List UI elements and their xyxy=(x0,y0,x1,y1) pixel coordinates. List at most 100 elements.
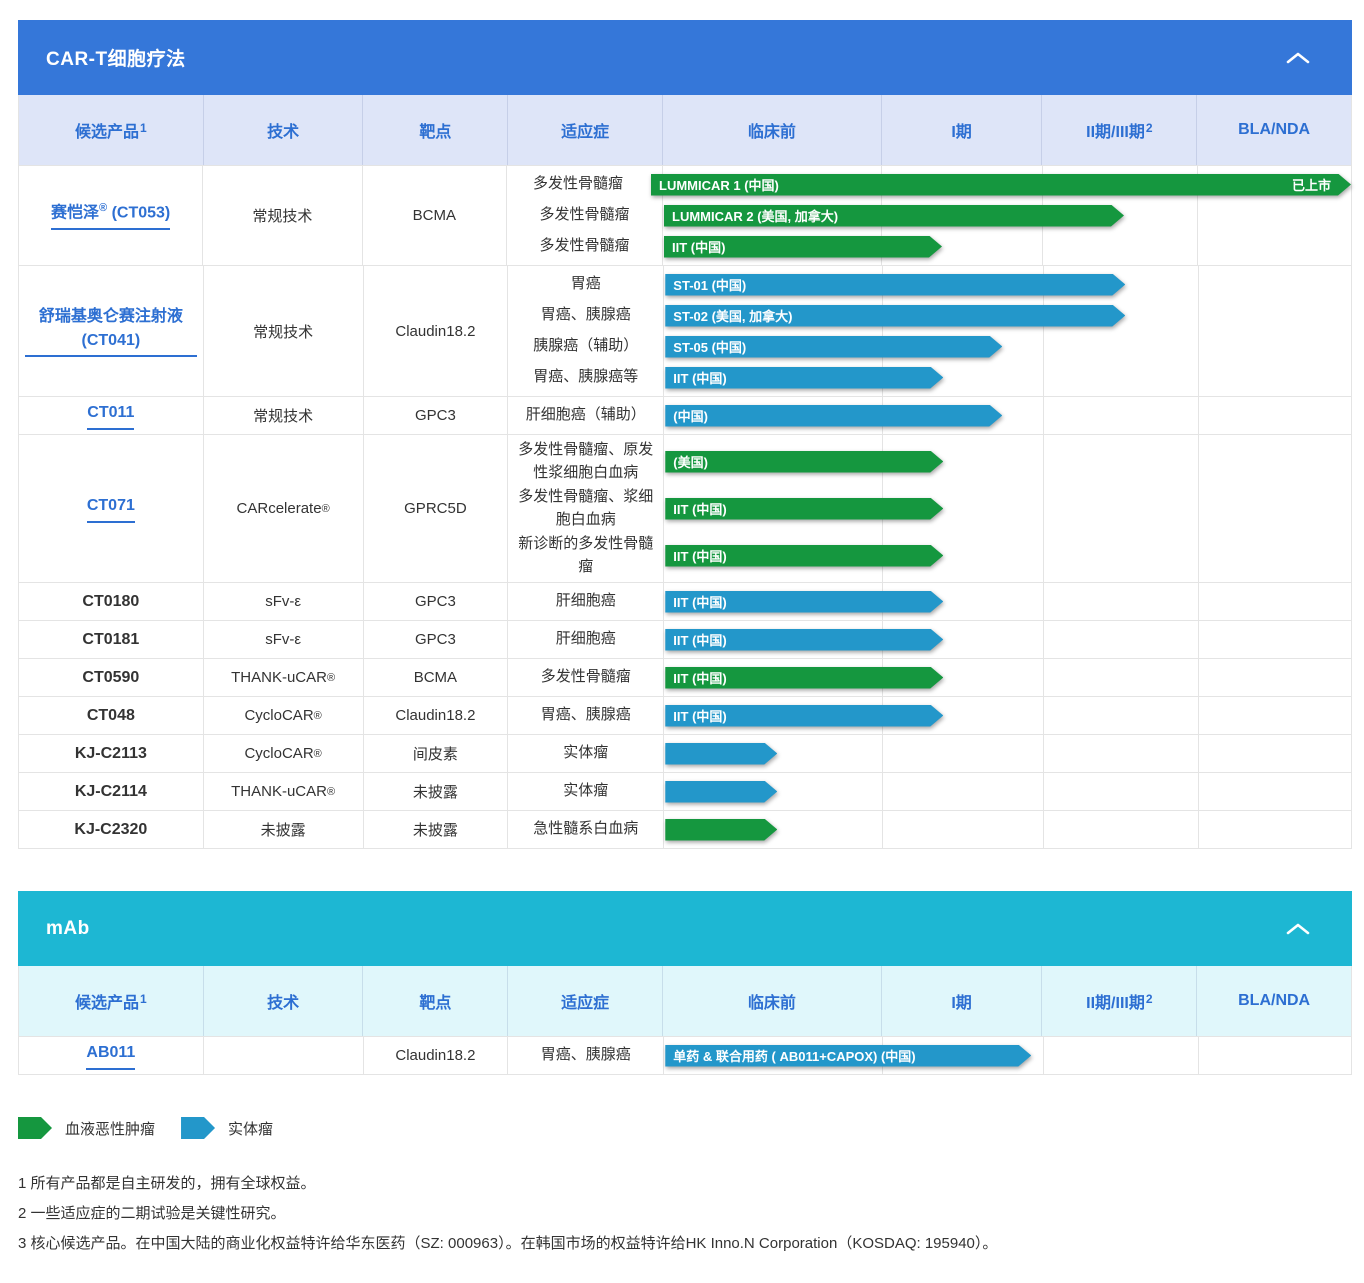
column-header-superscript: 1 xyxy=(140,121,147,135)
indication-text: 肝细胞癌 xyxy=(556,590,616,613)
footnote-2: 2 一些适应症的二期试验是关键性研究。 xyxy=(18,1199,1364,1229)
target-cell: BCMA xyxy=(364,659,509,696)
target-text: Claudin18.2 xyxy=(395,323,475,340)
pipeline-table: 候选产品1技术靶点适应症临床前I期II期/III期2BLA/NDAAB011Cl… xyxy=(18,966,1352,1075)
column-header-label: I期 xyxy=(951,118,971,142)
product-link[interactable]: AB011 xyxy=(86,1041,135,1069)
pipeline-lane: (美国) xyxy=(663,438,1351,485)
technology-text: 常规技术 xyxy=(252,205,312,226)
product-name: CT0181 xyxy=(82,631,139,649)
column-header-6: I期 xyxy=(882,95,1043,165)
product-name-text: CT011 xyxy=(87,404,134,421)
column-header-superscript: 2 xyxy=(1146,121,1153,135)
column-header-label: II期/III期 xyxy=(1086,989,1145,1013)
column-header-5: 临床前 xyxy=(663,95,882,165)
pipeline-lane xyxy=(663,814,1351,845)
pipeline-arrow: ST-01 (中国) xyxy=(665,274,1125,296)
product-link[interactable]: 舒瑞基奥仑赛注射液 (CT041) xyxy=(25,305,197,356)
table-row: 舒瑞基奥仑赛注射液 (CT041)常规技术Claudin18.2胃癌ST-01 … xyxy=(19,265,1351,396)
column-header-3: 靶点 xyxy=(363,95,508,165)
technology-cell: THANK-uCAR® xyxy=(204,773,364,810)
target-text: Claudin18.2 xyxy=(395,1047,475,1064)
indication-cell: 多发性骨髓瘤、浆细胞白血病 xyxy=(508,485,663,532)
phase-progress-arrow: (美国) xyxy=(665,451,943,473)
product-link[interactable]: 赛恺泽® (CT053) xyxy=(51,201,170,230)
product-cell: CT0181 xyxy=(19,621,204,658)
product-name-text: 舒瑞基奥仑赛注射液 xyxy=(39,308,183,325)
target-text: BCMA xyxy=(414,669,457,686)
indication-text: 胰腺癌（辅助） xyxy=(533,335,638,358)
pipeline-arrow: IIT (中国) xyxy=(665,705,943,727)
product-name-text: CT0590 xyxy=(82,669,139,686)
product-name-text: CT048 xyxy=(87,707,135,724)
target-text: GPC3 xyxy=(415,593,456,610)
indication-text: 肝细胞癌 xyxy=(556,628,616,651)
column-header-1: 候选产品1 xyxy=(19,95,204,165)
pipeline-lane: IIT (中国) xyxy=(663,362,1351,393)
indication-text: 胃癌、胰腺癌等 xyxy=(533,366,638,389)
product-code: (CT041) xyxy=(82,332,141,349)
indication-text: 多发性骨髓瘤 xyxy=(541,666,631,689)
legend-arrow-green-icon xyxy=(18,1117,52,1139)
technology-cell: sFv-ε xyxy=(204,583,364,620)
pipeline-arrow: 单药 & 联合用药 ( AB011+CAPOX) (中国) xyxy=(665,1045,1031,1067)
pipeline-arrow: ST-05 (中国) xyxy=(665,336,1002,358)
pipeline-arrow xyxy=(665,743,777,765)
product-name-text: AB011 xyxy=(86,1044,135,1061)
phase-progress-arrow: LUMMICAR 1 (中国)已上市 xyxy=(651,174,1351,196)
legend-label: 实体瘤 xyxy=(228,1118,273,1139)
indication-text: 肝细胞癌（辅助） xyxy=(526,404,646,427)
target-text: 未披露 xyxy=(413,819,458,840)
indication-cell: 多发性骨髓瘤 xyxy=(507,169,649,200)
arrow-label: ST-05 (中国) xyxy=(673,337,746,356)
product-cell: 舒瑞基奥仑赛注射液 (CT041) xyxy=(19,266,204,396)
section-title: CAR-T细胞疗法 xyxy=(46,44,186,71)
column-header-label: I期 xyxy=(951,989,971,1013)
product-link[interactable]: CT071 xyxy=(87,494,135,522)
arrow-status-label: 已上市 xyxy=(1292,175,1331,194)
pipeline-section: mAb候选产品1技术靶点适应症临床前I期II期/III期2BLA/NDAAB01… xyxy=(18,891,1352,1075)
pipeline-lane: IIT (中国) xyxy=(663,662,1351,693)
legend-arrow-blue-icon xyxy=(181,1117,215,1139)
table-row: CT0590THANK-uCAR®BCMA多发性骨髓瘤IIT (中国) xyxy=(19,658,1351,696)
registered-mark: ® xyxy=(99,202,107,214)
pipeline-entry: 肝细胞癌（辅助） (中国) xyxy=(508,400,1351,431)
phase-progress-arrow: LUMMICAR 2 (美国, 加拿大) xyxy=(664,205,1124,227)
legend-item: 实体瘤 xyxy=(181,1117,273,1139)
product-cell: KJ-C2114 xyxy=(19,773,204,810)
indication-cell: 肝细胞癌 xyxy=(508,586,663,617)
chevron-up-icon[interactable] xyxy=(1286,923,1310,935)
target-cell: 未披露 xyxy=(364,773,509,810)
column-header-label: 靶点 xyxy=(419,989,451,1013)
indication-cell: 胃癌、胰腺癌 xyxy=(508,1040,663,1071)
product-code: (CT053) xyxy=(112,205,171,222)
pipeline-lane: (中国) xyxy=(663,400,1351,431)
target-cell: GPRC5D xyxy=(364,435,509,582)
pipeline-lane: IIT (中国) xyxy=(663,586,1351,617)
target-cell: Claudin18.2 xyxy=(364,1037,509,1074)
column-header-superscript: 2 xyxy=(1146,992,1153,1006)
section-header: mAb xyxy=(18,891,1352,966)
product-cell: CT048 xyxy=(19,697,204,734)
indication-text: 胃癌、胰腺癌 xyxy=(541,304,631,327)
arrow-label: (中国) xyxy=(673,406,708,425)
section-title: mAb xyxy=(46,918,90,940)
phase-progress-arrow: ST-02 (美国, 加拿大) xyxy=(665,305,1125,327)
product-cell: CT0180 xyxy=(19,583,204,620)
column-header-4: 适应症 xyxy=(508,95,663,165)
pipeline-arrow: LUMMICAR 1 (中国)已上市 xyxy=(651,174,1351,196)
indication-pipeline-area: 肝细胞癌（辅助） (中国) xyxy=(508,397,1351,434)
phase-progress-arrow: IIT (中国) xyxy=(665,705,943,727)
pipeline-arrow: IIT (中国) xyxy=(665,591,943,613)
pipeline-arrow: LUMMICAR 2 (美国, 加拿大) xyxy=(664,205,1124,227)
product-cell: KJ-C2320 xyxy=(19,811,204,848)
column-header-row: 候选产品1技术靶点适应症临床前I期II期/III期2BLA/NDA xyxy=(19,966,1351,1036)
technology-cell xyxy=(204,1037,364,1074)
pipeline-entry: 多发性骨髓瘤LUMMICAR 1 (中国)已上市 xyxy=(507,169,1351,200)
indication-cell: 多发性骨髓瘤 xyxy=(507,231,662,262)
chevron-up-icon[interactable] xyxy=(1286,52,1310,64)
phase-progress-arrow: IIT (中国) xyxy=(665,667,943,689)
technology-text: sFv-ε xyxy=(265,593,301,610)
phase-progress-arrow xyxy=(665,781,777,803)
product-link[interactable]: CT011 xyxy=(87,401,134,429)
